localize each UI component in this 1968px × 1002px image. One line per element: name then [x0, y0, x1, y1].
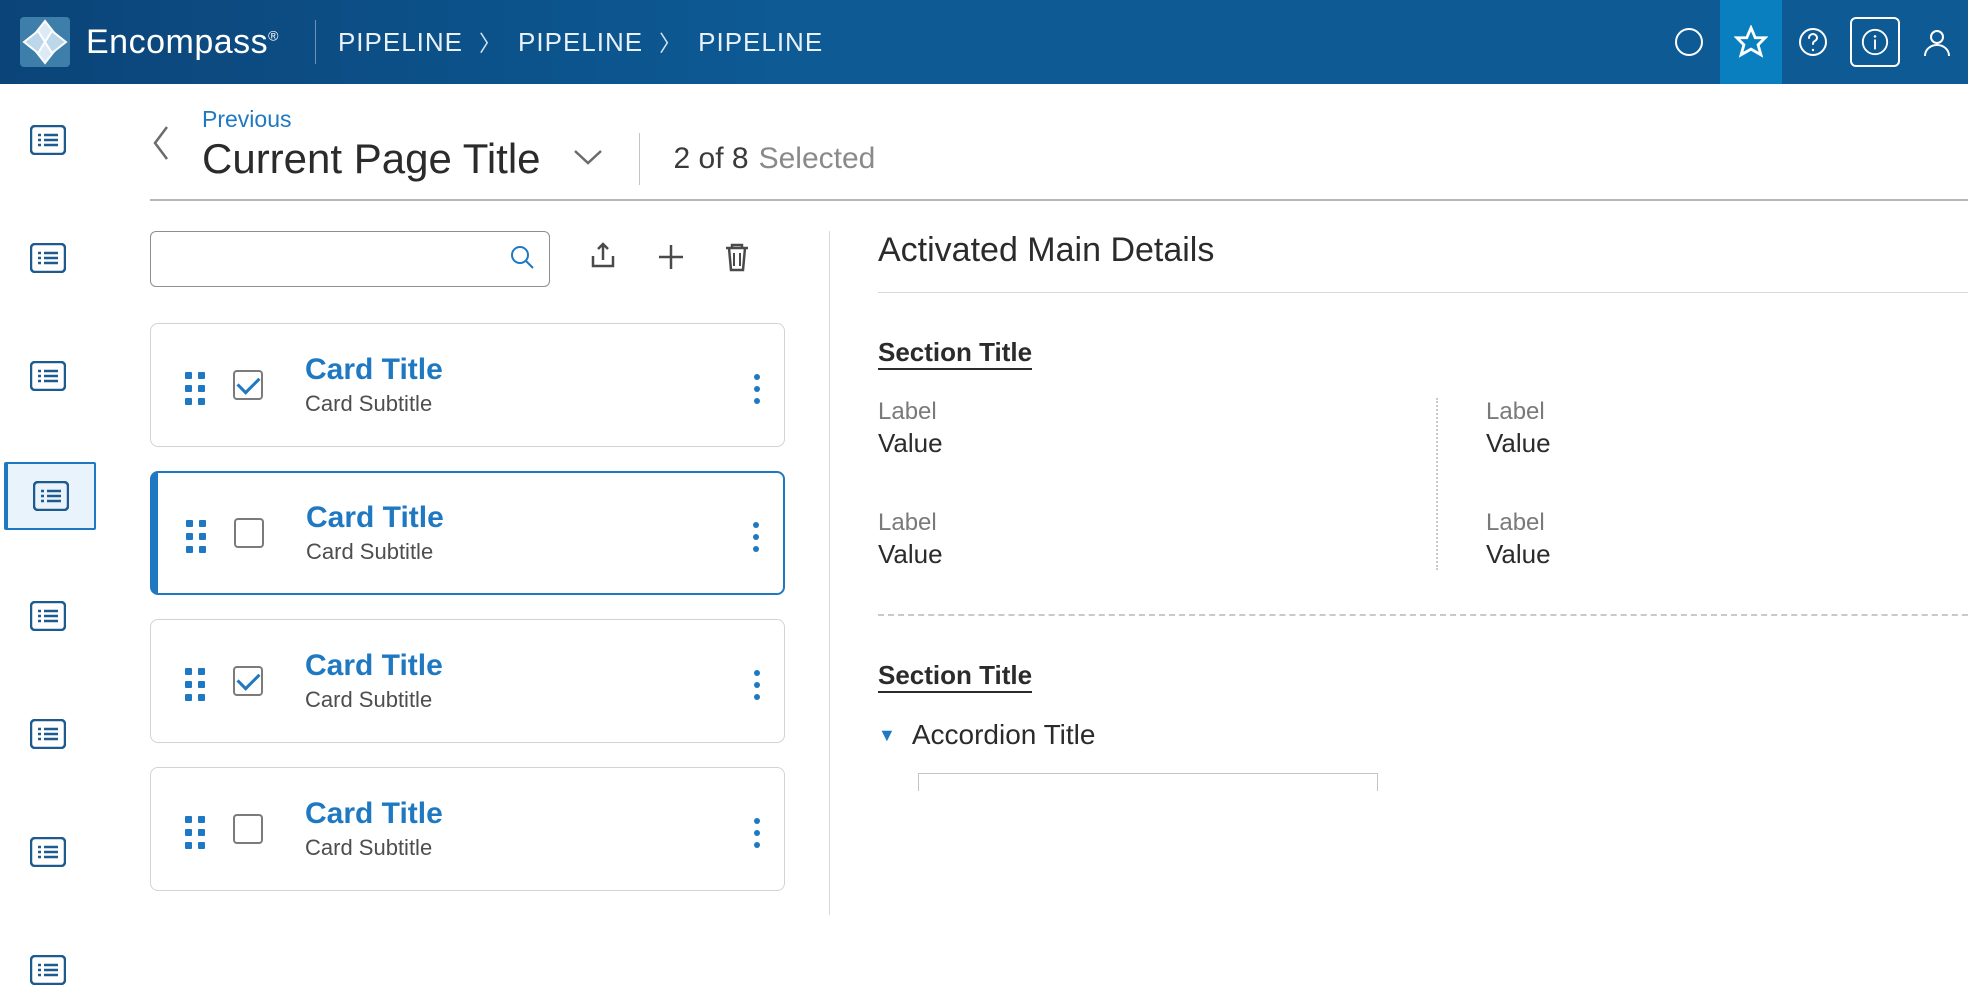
main-content: Previous Current Page Title 2 of 8Select…	[96, 84, 1968, 927]
rail-item[interactable]	[26, 598, 70, 634]
app-header: Encompass® PIPELINE 〉 PIPELINE 〉 PIPELIN…	[0, 0, 1968, 84]
field: Label Value	[878, 509, 1396, 570]
section-title: Section Title	[878, 337, 1032, 370]
rail-item[interactable]	[26, 358, 70, 394]
card-subtitle: Card Subtitle	[305, 835, 443, 861]
kebab-icon	[754, 818, 760, 848]
card-subtitle: Card Subtitle	[305, 391, 443, 417]
breadcrumb-item[interactable]: PIPELINE	[338, 27, 463, 58]
divider	[315, 20, 316, 64]
drag-handle-icon[interactable]	[186, 514, 206, 553]
card-checkbox[interactable]	[234, 518, 264, 548]
card-title[interactable]: Card Title	[305, 353, 443, 387]
field-label: Label	[878, 509, 1396, 537]
section-title: Section Title	[878, 660, 1032, 693]
delete-icon[interactable]	[722, 240, 752, 279]
title-dropdown-icon[interactable]	[571, 147, 605, 172]
field: Label Value	[878, 398, 1396, 459]
previous-link[interactable]: Previous	[202, 106, 875, 133]
search-icon[interactable]	[509, 244, 535, 275]
add-icon[interactable]	[656, 242, 686, 277]
field-label: Label	[1486, 398, 1968, 426]
search-field[interactable]	[165, 232, 509, 286]
field: Label Value	[1486, 509, 1968, 570]
app-name: Encompass®	[86, 23, 279, 62]
rail-item[interactable]	[26, 240, 70, 276]
breadcrumb-item[interactable]: PIPELINE	[518, 27, 643, 58]
help-icon[interactable]	[1782, 0, 1844, 84]
card-menu-button[interactable]	[754, 663, 760, 700]
list-card[interactable]: Card Title Card Subtitle	[150, 767, 785, 891]
chevron-right-icon: 〉	[479, 26, 502, 58]
page-header: Previous Current Page Title 2 of 8Select…	[150, 106, 1968, 201]
list-toolbar	[150, 231, 785, 287]
logo[interactable]: Encompass®	[0, 15, 309, 69]
card-subtitle: Card Subtitle	[306, 539, 444, 565]
logo-icon	[18, 15, 72, 69]
accordion-body	[918, 773, 1378, 791]
kebab-icon	[753, 522, 759, 552]
drag-handle-icon[interactable]	[185, 366, 205, 405]
field-value: Value	[1486, 428, 1968, 459]
selection-counter: 2 of 8Selected	[674, 142, 876, 176]
kebab-icon	[754, 374, 760, 404]
details-panel: Activated Main Details Section Title Lab…	[830, 231, 1968, 915]
rail-item[interactable]	[26, 952, 70, 988]
card-list-panel: Card Title Card Subtitle Card Title Card…	[150, 231, 830, 915]
caret-down-icon: ▼	[878, 725, 896, 746]
drag-handle-icon[interactable]	[185, 810, 205, 849]
details-heading: Activated Main Details	[878, 231, 1968, 293]
field: Label Value	[1486, 398, 1968, 459]
card-menu-button[interactable]	[754, 367, 760, 404]
user-icon[interactable]	[1906, 0, 1968, 84]
card-menu-button[interactable]	[754, 811, 760, 848]
card-checkbox[interactable]	[233, 814, 263, 844]
accordion-title: Accordion Title	[912, 719, 1096, 751]
header-actions	[1658, 0, 1968, 84]
field-grid: Label Value Label Value Label Value	[878, 398, 1968, 570]
divider	[639, 133, 640, 185]
list-card[interactable]: Card Title Card Subtitle	[150, 471, 785, 595]
breadcrumb: PIPELINE 〉 PIPELINE 〉 PIPELINE	[338, 26, 823, 58]
field-value: Value	[1486, 539, 1968, 570]
rail-item[interactable]	[26, 834, 70, 870]
list-card[interactable]: Card Title Card Subtitle	[150, 323, 785, 447]
card-checkbox[interactable]	[233, 370, 263, 400]
chevron-right-icon: 〉	[659, 26, 682, 58]
left-nav-rail	[0, 84, 96, 927]
card-checkbox[interactable]	[233, 666, 263, 696]
kebab-icon	[754, 670, 760, 700]
star-icon[interactable]	[1720, 0, 1782, 84]
rail-item[interactable]	[26, 122, 70, 158]
page-title: Current Page Title	[202, 135, 541, 183]
list-card[interactable]: Card Title Card Subtitle	[150, 619, 785, 743]
field-value: Value	[878, 539, 1396, 570]
field-label: Label	[878, 398, 1396, 426]
export-icon[interactable]	[586, 240, 620, 279]
card-title[interactable]: Card Title	[305, 797, 443, 831]
field-value: Value	[878, 428, 1396, 459]
card-title[interactable]: Card Title	[305, 649, 443, 683]
card-subtitle: Card Subtitle	[305, 687, 443, 713]
rail-item-active[interactable]	[29, 478, 73, 514]
back-chevron-icon[interactable]	[150, 123, 176, 168]
section-divider	[878, 614, 1968, 616]
card-menu-button[interactable]	[753, 515, 759, 552]
info-icon[interactable]	[1844, 0, 1906, 84]
accordion-toggle[interactable]: ▼ Accordion Title	[878, 719, 1968, 751]
card-title[interactable]: Card Title	[306, 501, 444, 535]
search-input[interactable]	[150, 231, 550, 287]
rail-item[interactable]	[26, 716, 70, 752]
breadcrumb-item[interactable]: PIPELINE	[698, 27, 823, 58]
drag-handle-icon[interactable]	[185, 662, 205, 701]
circle-icon[interactable]	[1658, 0, 1720, 84]
field-label: Label	[1486, 509, 1968, 537]
